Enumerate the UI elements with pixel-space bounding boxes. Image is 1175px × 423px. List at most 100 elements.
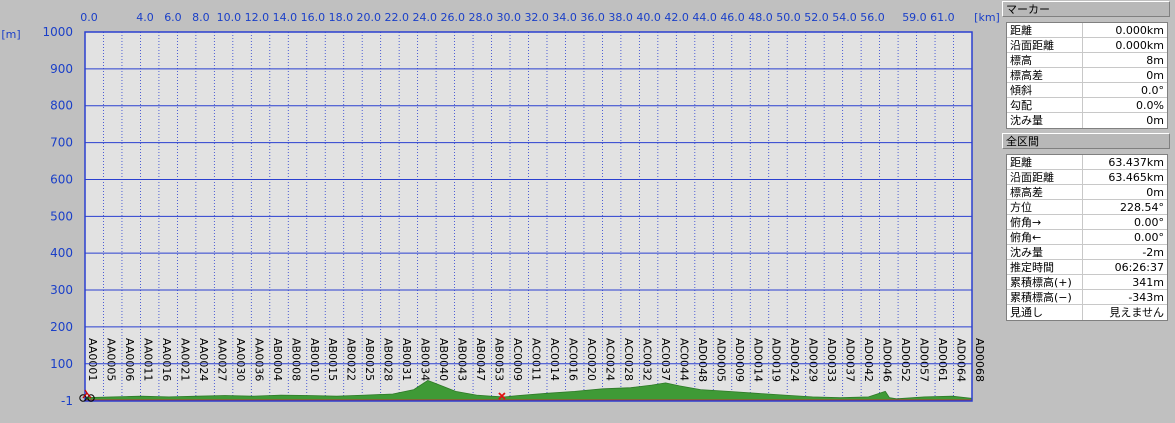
waypoint-label: AC0037 bbox=[659, 338, 672, 381]
row-label: 方位 bbox=[1007, 200, 1083, 214]
row-label: 標高 bbox=[1007, 53, 1083, 67]
y-tick-label: -1 bbox=[61, 394, 73, 408]
waypoint-label: AD0037 bbox=[844, 338, 857, 382]
y-unit-label: [m] bbox=[1, 28, 20, 41]
total-row-ascent: 累積標高(+) 341m bbox=[1007, 275, 1167, 290]
x-tick-label: 50.0 bbox=[776, 11, 801, 24]
row-label: 標高差 bbox=[1007, 185, 1083, 199]
waypoint-label: AD0061 bbox=[936, 338, 949, 382]
x-tick-label: 52.0 bbox=[804, 11, 829, 24]
waypoint-label: AD0064 bbox=[955, 338, 968, 382]
chart-canvas[interactable]: AA0001 AA0005 AA0006 AA0011 AA0016 AA0021 AA00… bbox=[0, 0, 1000, 423]
x-tick-label: 8.0 bbox=[192, 11, 210, 24]
marker-row-surface-distance: 沿面距離 0.000km bbox=[1007, 38, 1167, 53]
row-value: 341m bbox=[1132, 276, 1164, 289]
row-label: 沈み量 bbox=[1007, 245, 1083, 259]
row-label: 推定時間 bbox=[1007, 260, 1083, 274]
waypoint-label: AB0015 bbox=[326, 338, 339, 381]
row-value: 0.000km bbox=[1115, 39, 1164, 52]
marker-row-distance: 距離 0.000km bbox=[1007, 23, 1167, 38]
x-unit-label: [km] bbox=[974, 11, 1000, 24]
marker-row-sink: 沈み量 0m bbox=[1007, 113, 1167, 128]
waypoint-label: AB0008 bbox=[289, 338, 302, 381]
row-value: 8m bbox=[1146, 54, 1164, 67]
x-tick-label: 10.0 bbox=[217, 11, 242, 24]
waypoint-label: AD0005 bbox=[714, 338, 727, 382]
row-label: 俯角← bbox=[1007, 230, 1083, 244]
x-tick-label: 44.0 bbox=[692, 11, 717, 24]
marker-row-elevation-diff: 標高差 0m bbox=[1007, 68, 1167, 83]
y-tick-label: 900 bbox=[50, 62, 73, 76]
waypoint-label: AB0043 bbox=[456, 338, 469, 381]
total-row-depression-forward: 俯角→ 0.00° bbox=[1007, 215, 1167, 230]
waypoint-label: AB0025 bbox=[363, 338, 376, 381]
y-tick-label: 1000 bbox=[42, 25, 73, 39]
row-label: 俯角→ bbox=[1007, 215, 1083, 229]
row-value: 0m bbox=[1146, 186, 1164, 199]
waypoint-label: AB0031 bbox=[400, 338, 413, 381]
total-table: 距離 63.437km 沿面距離 63.465km 標高差 0m 方位 228.54° … bbox=[1006, 154, 1168, 321]
marker-row-slope-angle: 傾斜 0.0° bbox=[1007, 83, 1167, 98]
row-value: 0.00° bbox=[1134, 231, 1164, 244]
waypoint-label: AC0009 bbox=[511, 338, 524, 381]
waypoint-label: AA0021 bbox=[178, 338, 191, 381]
waypoint-label: AB0047 bbox=[474, 338, 487, 381]
row-label: 標高差 bbox=[1007, 68, 1083, 82]
x-tick-label: 30.0 bbox=[496, 11, 521, 24]
elevation-profile-chart[interactable]: AA0001 AA0005 AA0006 AA0011 AA0016 AA0021 AA00… bbox=[0, 0, 1000, 423]
waypoint-label: AD0042 bbox=[862, 338, 875, 382]
waypoint-label: AA0011 bbox=[141, 338, 154, 381]
waypoint-label: AD0068 bbox=[973, 338, 986, 382]
waypoint-label: AC0020 bbox=[585, 338, 598, 381]
waypoint-label: AB0040 bbox=[437, 338, 450, 381]
waypoint-label: AD0009 bbox=[733, 338, 746, 382]
x-tick-label: 61.0 bbox=[930, 11, 955, 24]
total-row-sink: 沈み量 -2m bbox=[1007, 245, 1167, 260]
row-value: 0.00° bbox=[1134, 216, 1164, 229]
x-tick-label: 24.0 bbox=[413, 11, 438, 24]
x-tick-label: 56.0 bbox=[860, 11, 885, 24]
waypoint-label: AD0029 bbox=[807, 338, 820, 382]
waypoint-label: AC0014 bbox=[548, 338, 561, 381]
y-tick-label: 200 bbox=[50, 320, 73, 334]
waypoint-label: AC0024 bbox=[603, 338, 616, 381]
row-label: 累積標高(−) bbox=[1007, 290, 1083, 304]
row-value: -2m bbox=[1142, 246, 1164, 259]
y-tick-label: 500 bbox=[50, 209, 73, 223]
marker-row-gradient: 勾配 0.0% bbox=[1007, 98, 1167, 113]
waypoint-label: AB0034 bbox=[419, 338, 432, 381]
row-value: 0m bbox=[1146, 114, 1164, 127]
waypoint-label: AA0024 bbox=[197, 338, 210, 381]
x-tick-label: 0.0 bbox=[80, 11, 98, 24]
waypoint-label: AD0024 bbox=[788, 338, 801, 382]
total-row-elevation-diff: 標高差 0m bbox=[1007, 185, 1167, 200]
waypoint-label: AA0030 bbox=[234, 338, 247, 381]
waypoint-label: AB0028 bbox=[382, 338, 395, 381]
x-tick-label: 16.0 bbox=[301, 11, 326, 24]
row-value: 0.000km bbox=[1115, 24, 1164, 37]
waypoint-label: AA0001 bbox=[86, 338, 99, 381]
row-value: 見えません bbox=[1109, 306, 1164, 319]
x-tick-label: 18.0 bbox=[329, 11, 354, 24]
x-tick-label: 36.0 bbox=[580, 11, 605, 24]
x-tick-label: 26.0 bbox=[441, 11, 466, 24]
waypoint-label: AA0005 bbox=[104, 338, 117, 381]
waypoint-label: AB0004 bbox=[271, 338, 284, 381]
info-sidebar: マーカー 距離 0.000km 沿面距離 0.000km 標高 8m 標高差 0m 傾斜… bbox=[1000, 0, 1175, 423]
waypoint-label: AD0033 bbox=[825, 338, 838, 382]
x-tick-label: 54.0 bbox=[832, 11, 857, 24]
row-value: 06:26:37 bbox=[1114, 261, 1164, 274]
x-tick-label: 14.0 bbox=[273, 11, 298, 24]
x-tick-label: 48.0 bbox=[748, 11, 773, 24]
waypoint-label: AA0006 bbox=[123, 338, 136, 381]
waypoint-label: AA0016 bbox=[160, 338, 173, 381]
waypoint-label: AD0019 bbox=[770, 338, 783, 382]
row-value: 228.54° bbox=[1120, 201, 1164, 214]
waypoint-label: AC0016 bbox=[566, 338, 579, 381]
total-row-surface-distance: 沿面距離 63.465km bbox=[1007, 170, 1167, 185]
total-row-descent: 累積標高(−) -343m bbox=[1007, 290, 1167, 305]
waypoint-label: AD0014 bbox=[751, 338, 764, 382]
row-label: 沈み量 bbox=[1007, 113, 1083, 128]
x-tick-label: 42.0 bbox=[664, 11, 689, 24]
row-value: 0m bbox=[1146, 69, 1164, 82]
